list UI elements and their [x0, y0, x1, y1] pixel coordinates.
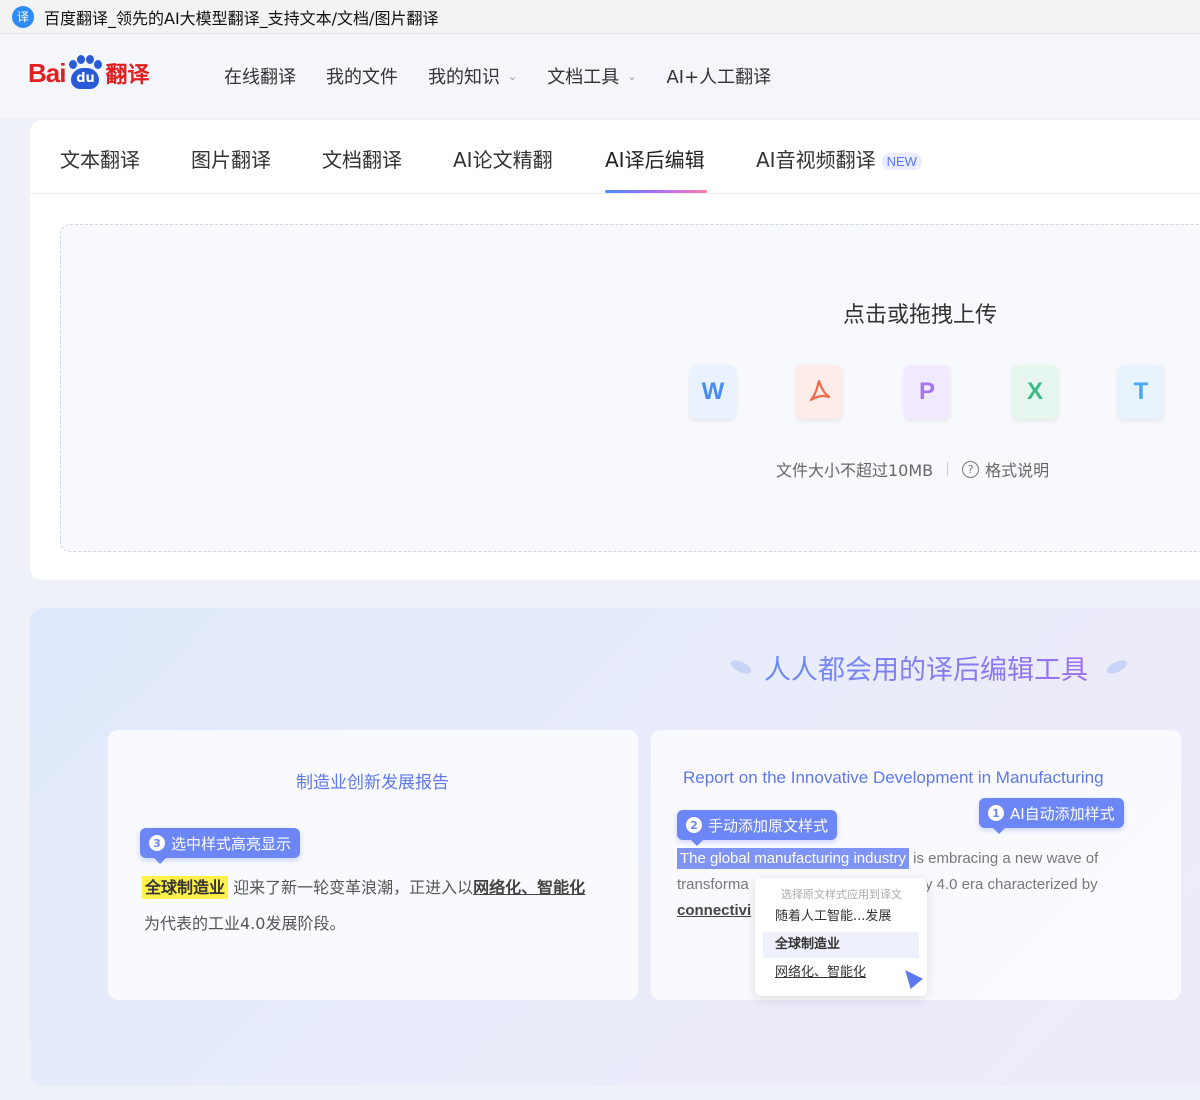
nav-my-knowledge[interactable]: 我的知识 ⌄	[428, 63, 517, 89]
nav-my-files[interactable]: 我的文件	[326, 63, 398, 89]
nav-ai-human-translate[interactable]: AI+人工翻译	[666, 63, 771, 89]
step-number: 2	[686, 817, 702, 833]
tab-text-translate[interactable]: 文本翻译	[60, 144, 140, 173]
highlighted-term: The global manufacturing industry	[677, 848, 909, 869]
target-text-line3: connectivi	[677, 902, 752, 919]
format-help-link[interactable]: 格式说明	[985, 457, 1049, 481]
chevron-down-icon: ⌄	[508, 69, 518, 83]
size-limit-text: 文件大小不超过10MB	[776, 461, 934, 480]
style-option[interactable]: 网络化、智能化	[763, 960, 919, 986]
popup-hint: 选择原文样式应用到译文	[781, 888, 902, 901]
paw-icon: du	[67, 55, 103, 91]
step-number: 3	[149, 835, 165, 851]
upload-note: 文件大小不超过10MB ? 格式说明	[776, 457, 1049, 481]
tab-ai-paper-translate[interactable]: AI论文精翻	[453, 144, 553, 173]
window-title: 百度翻译_领先的AI大模型翻译_支持文本/文档/图片翻译	[44, 8, 439, 28]
excel-icon: X	[1012, 365, 1058, 419]
step-number: 1	[988, 805, 1004, 821]
target-text-line1: The global manufacturing industry is emb…	[677, 848, 1098, 869]
window-titlebar: 译 百度翻译_领先的AI大模型翻译_支持文本/文档/图片翻译	[0, 0, 1200, 34]
help-icon: ?	[962, 460, 980, 478]
tab-ai-av-translate[interactable]: AI音视频翻译 NEW	[756, 144, 922, 173]
target-demo-card: Report on the Innovative Development in …	[651, 730, 1181, 1000]
style-picker-popup: 选择原文样式应用到译文 随着人工智能...发展 全球制造业 网络化、智能化	[755, 878, 927, 996]
new-badge: NEW	[881, 153, 922, 170]
promo-section: 人人都会用的译后编辑工具 制造业创新发展报告 3 选中样式高亮显示 全球制造业 …	[30, 608, 1200, 1086]
nav-doc-tools[interactable]: 文档工具 ⌄	[547, 63, 636, 89]
txt-icon: T	[1118, 365, 1164, 419]
source-heading: 制造业创新发展报告	[296, 773, 449, 793]
style-option[interactable]: 随着人工智能...发展	[763, 904, 919, 930]
tab-doc-translate[interactable]: 文档翻译	[322, 144, 402, 173]
tab-ai-post-edit[interactable]: AI译后编辑	[605, 144, 705, 173]
step1-tag: 1 AI自动添加样式	[979, 798, 1124, 834]
target-heading: Report on the Innovative Development in …	[683, 768, 1104, 787]
leaf-decoration-icon	[728, 657, 754, 677]
translate-tabs: 文本翻译 图片翻译 文档翻译 AI论文精翻 AI译后编辑 AI音视频翻译 NEW	[30, 120, 1200, 194]
logo-bai-text: Bai	[28, 57, 66, 88]
divider	[947, 462, 949, 476]
baidu-fanyi-logo[interactable]: Bai du 翻译	[28, 48, 149, 98]
chevron-down-icon: ⌄	[627, 69, 637, 83]
source-text-line2: 为代表的工业4.0发展阶段。	[144, 914, 346, 933]
site-header: Bai du 翻译 在线翻译 我的文件 我的知识 ⌄ 文档工具 ⌄ AI+人工翻译	[0, 34, 1200, 118]
source-text-line1: 全球制造业 迎来了新一轮变革浪潮，正进入以网络化、智能化	[142, 874, 586, 899]
step3-tag: 3 选中样式高亮显示	[140, 828, 301, 864]
step2-tag: 2 手动添加原文样式	[677, 810, 838, 846]
target-text-line2-start: transforma	[677, 876, 749, 893]
word-icon: W	[690, 365, 736, 419]
underlined-term: 网络化、智能化	[473, 878, 586, 897]
nav-online-translate[interactable]: 在线翻译	[224, 63, 296, 89]
translate-panel: 文本翻译 图片翻译 文档翻译 AI论文精翻 AI译后编辑 AI音视频翻译 NEW …	[30, 120, 1200, 580]
source-demo-card: 制造业创新发展报告 3 选中样式高亮显示 全球制造业 迎来了新一轮变革浪潮，正进…	[108, 730, 638, 1000]
style-option-selected[interactable]: 全球制造业	[763, 932, 919, 958]
logo-du-text: du	[71, 68, 100, 89]
logo-fanyi-text: 翻译	[105, 63, 150, 88]
promo-title: 人人都会用的译后编辑工具	[764, 648, 1088, 687]
pdf-icon	[796, 365, 842, 419]
ppt-icon: P	[904, 365, 950, 419]
target-text-line2-end: y 4.0 era characterized by	[925, 876, 1098, 893]
upload-dropzone[interactable]: 点击或拖拽上传 W P X T 文件大小不超过10MB ? 格式说明	[60, 224, 1200, 552]
upload-title: 点击或拖拽上传	[843, 303, 998, 328]
main-nav: 在线翻译 我的文件 我的知识 ⌄ 文档工具 ⌄ AI+人工翻译	[224, 34, 801, 118]
tab-image-translate[interactable]: 图片翻译	[191, 144, 271, 173]
active-tab-indicator	[605, 190, 707, 193]
leaf-decoration-icon	[1104, 657, 1130, 677]
translate-favicon-icon: 译	[12, 5, 34, 28]
highlighted-term: 全球制造业	[142, 876, 229, 899]
